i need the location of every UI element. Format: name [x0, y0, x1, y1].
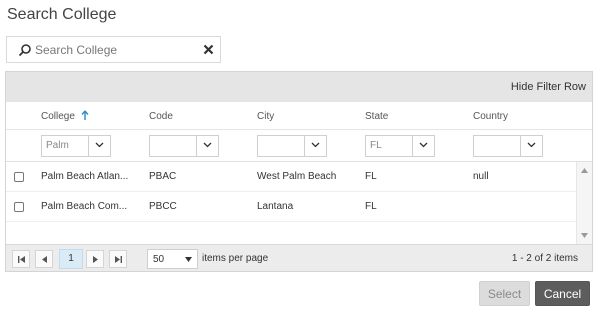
cell-college: Palm Beach Com... — [41, 201, 128, 212]
current-page-number[interactable]: 1 — [59, 249, 83, 269]
next-page-button[interactable] — [86, 250, 104, 268]
cell-college: Palm Beach Atlan... — [41, 171, 129, 182]
filter-row: Palm FL — [6, 130, 592, 162]
pager: 1 50 items per page 1 - 2 of 2 items — [6, 244, 592, 271]
college-grid: Hide Filter Row College Code City State … — [5, 71, 593, 272]
table-row[interactable]: Palm Beach Com... PBCC Lantana FL — [6, 192, 576, 222]
column-header-state[interactable]: State — [365, 111, 388, 122]
last-page-icon — [115, 256, 122, 263]
select-button[interactable]: Select — [479, 281, 530, 306]
country-filter[interactable] — [473, 135, 543, 157]
scroll-down-icon[interactable] — [581, 233, 588, 238]
grid-body: Palm Beach Atlan... PBAC West Palm Beach… — [6, 162, 576, 244]
pager-range-text: 1 - 2 of 2 items — [511, 253, 578, 264]
chevron-down-icon — [419, 142, 428, 148]
code-filter[interactable] — [149, 135, 219, 157]
state-filter[interactable]: FL — [365, 135, 435, 157]
city-filter[interactable] — [257, 135, 327, 157]
row-checkbox[interactable] — [14, 202, 24, 212]
dialog-title: Search College — [7, 6, 117, 23]
search-box[interactable] — [6, 36, 221, 63]
college-filter-dropdown[interactable] — [88, 136, 110, 156]
items-per-page-label: items per page — [202, 253, 269, 264]
city-filter-dropdown[interactable] — [304, 136, 326, 156]
state-filter-dropdown[interactable] — [412, 136, 434, 156]
cell-city: West Palm Beach — [257, 171, 337, 182]
column-header-country[interactable]: Country — [473, 111, 508, 122]
column-header-code[interactable]: Code — [149, 111, 173, 122]
caret-down-icon — [185, 257, 192, 262]
next-page-icon — [93, 256, 98, 263]
column-header-college[interactable]: College — [41, 111, 75, 122]
column-header-city[interactable]: City — [257, 111, 274, 122]
previous-page-button[interactable] — [35, 250, 53, 268]
chevron-down-icon — [203, 142, 212, 148]
chevron-down-icon — [311, 142, 320, 148]
cell-city: Lantana — [257, 201, 294, 212]
cell-state: FL — [365, 201, 377, 212]
college-filter-value: Palm — [46, 140, 69, 151]
close-icon[interactable] — [203, 44, 214, 55]
cell-country: null — [473, 171, 489, 182]
vertical-scrollbar[interactable] — [576, 162, 592, 244]
page-size-value: 50 — [153, 254, 165, 265]
cell-code: PBAC — [149, 171, 177, 182]
cell-state: FL — [365, 171, 377, 182]
chevron-down-icon — [95, 142, 104, 148]
first-page-button[interactable] — [12, 250, 30, 268]
hide-filter-row-link[interactable]: Hide Filter Row — [511, 81, 586, 93]
scroll-up-icon[interactable] — [581, 168, 588, 173]
grid-toolbar: Hide Filter Row — [6, 72, 592, 102]
country-filter-dropdown[interactable] — [520, 136, 542, 156]
row-checkbox[interactable] — [14, 172, 24, 182]
cell-code: PBCC — [149, 201, 177, 212]
first-page-icon — [18, 256, 25, 263]
code-filter-dropdown[interactable] — [196, 136, 218, 156]
page-size-select[interactable]: 50 — [147, 249, 198, 269]
state-filter-value: FL — [370, 140, 382, 151]
college-filter[interactable]: Palm — [41, 135, 111, 157]
chevron-down-icon — [527, 142, 536, 148]
table-row[interactable]: Palm Beach Atlan... PBAC West Palm Beach… — [6, 162, 576, 192]
search-input[interactable] — [35, 41, 195, 59]
cancel-button[interactable]: Cancel — [535, 281, 590, 306]
search-icon — [18, 44, 31, 57]
grid-header-row: College Code City State Country — [6, 102, 592, 130]
previous-page-icon — [42, 256, 47, 263]
last-page-button[interactable] — [109, 250, 127, 268]
arrow-up-icon — [81, 110, 89, 120]
